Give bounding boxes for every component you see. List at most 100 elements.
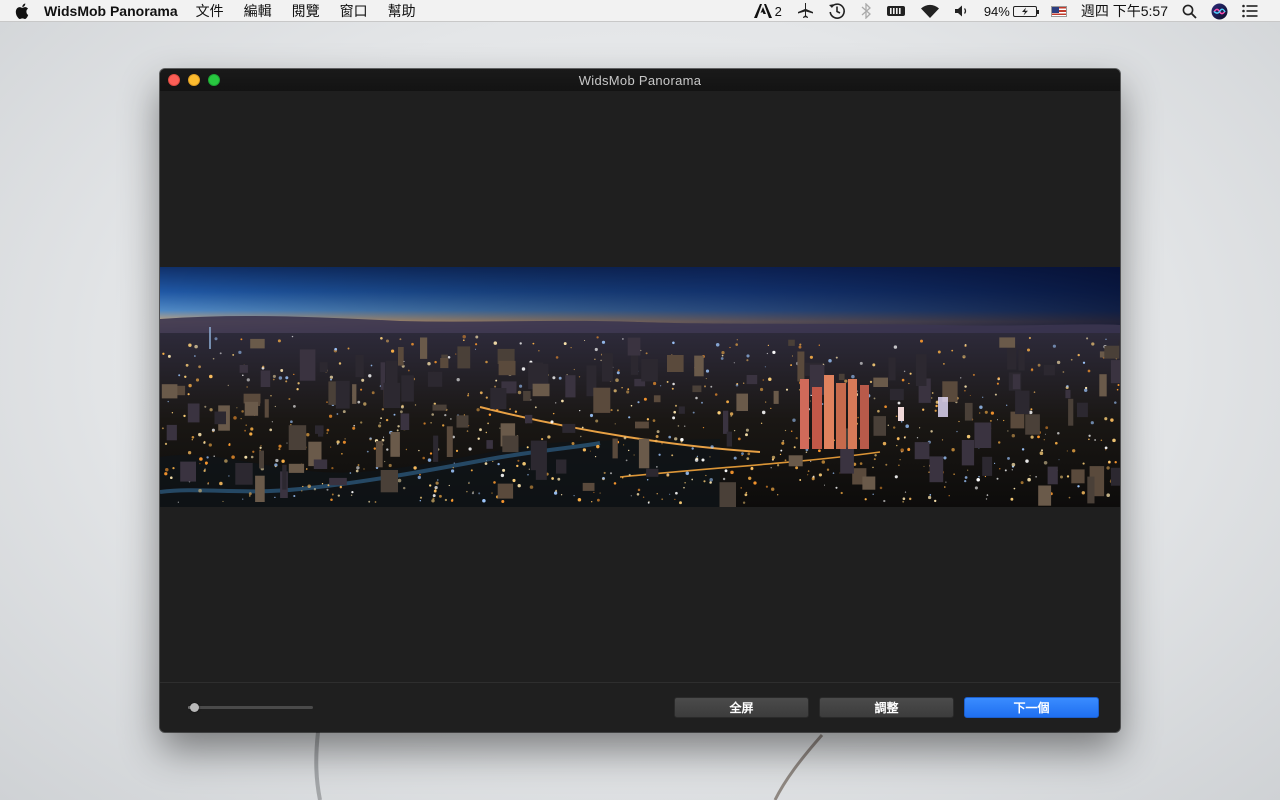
panorama-building <box>400 413 410 430</box>
panorama-city-light <box>600 359 602 362</box>
panorama-city-light <box>637 488 641 492</box>
panorama-city-light <box>214 337 218 341</box>
panorama-city-light <box>401 404 404 408</box>
panorama-city-light <box>627 388 630 391</box>
panorama-city-light <box>296 388 299 391</box>
panorama-building <box>456 415 469 428</box>
panorama-city-light <box>1077 485 1080 488</box>
panorama-city-light <box>945 481 947 483</box>
panorama-city-light <box>869 380 873 384</box>
panorama-city-light <box>777 494 779 496</box>
panorama-city-light <box>1066 450 1068 452</box>
panorama-city-light <box>432 497 435 500</box>
panorama-city-light <box>795 437 798 440</box>
panorama-city-light <box>943 456 947 460</box>
panorama-city-light <box>1117 383 1120 387</box>
panorama-city-light <box>579 409 581 412</box>
panorama-city-light <box>996 477 999 480</box>
panorama-building <box>773 390 779 404</box>
panorama-city-light <box>873 397 876 400</box>
panorama-building <box>1065 389 1071 399</box>
panorama-city-light <box>188 343 192 347</box>
minimize-button[interactable] <box>188 74 200 86</box>
panorama-city-light <box>962 355 966 359</box>
panorama-city-light <box>204 461 208 465</box>
panorama-city-light <box>735 343 738 346</box>
panorama-city-light <box>811 477 815 481</box>
panorama-city-light <box>486 460 488 462</box>
panorama-window: WidsMob Panorama 全屏 調整 下一個 <box>160 69 1120 732</box>
panorama-city-light <box>999 468 1001 470</box>
panorama-city-light <box>759 387 764 392</box>
panorama-city-light <box>1013 487 1016 490</box>
panorama-city-light <box>1030 435 1034 439</box>
panorama-city-light <box>1043 439 1045 441</box>
panorama-city-light <box>194 355 196 357</box>
panorama-city-light <box>953 473 955 475</box>
panorama-city-light <box>494 385 497 388</box>
panorama-city-light <box>241 410 244 413</box>
panorama-city-light <box>484 462 488 465</box>
panorama-city-light <box>285 380 288 383</box>
fullscreen-button[interactable]: 全屏 <box>674 697 809 718</box>
window-titlebar[interactable]: WidsMob Panorama <box>160 69 1120 91</box>
panorama-city-light <box>164 442 168 446</box>
panorama-city-light <box>1054 441 1058 445</box>
panorama-city-light <box>184 375 187 378</box>
panorama-building <box>838 373 845 381</box>
panorama-city-light <box>396 429 399 432</box>
panorama-city-light <box>982 396 984 398</box>
panorama-city-light <box>169 476 173 480</box>
panorama-city-light <box>721 350 725 355</box>
panorama-city-light <box>188 383 192 388</box>
panorama-city-light <box>517 390 522 395</box>
panorama-city-light <box>810 460 812 463</box>
panorama-city-light <box>931 392 934 394</box>
panorama-city-light <box>302 485 304 488</box>
zoom-slider[interactable] <box>188 703 313 712</box>
panorama-city-light <box>929 494 932 496</box>
panorama-city-light <box>467 393 470 395</box>
panorama-city-light <box>227 384 229 387</box>
panorama-city-light <box>249 432 253 436</box>
panorama-city-light <box>305 468 308 471</box>
next-button[interactable]: 下一個 <box>964 697 1099 718</box>
zoom-button[interactable] <box>208 74 220 86</box>
panorama-city-light <box>872 493 874 496</box>
panorama-city-light <box>1057 432 1060 435</box>
panorama-city-light <box>297 382 300 385</box>
panorama-city-light <box>595 419 599 423</box>
panorama-city-light <box>674 404 678 407</box>
panorama-city-light <box>397 425 400 428</box>
panorama-city-light <box>191 439 193 441</box>
panorama-city-light <box>908 497 912 501</box>
panorama-city-light <box>799 343 802 346</box>
panorama-image[interactable] <box>160 267 1120 507</box>
panorama-city-light <box>967 469 969 471</box>
panorama-building <box>556 459 567 474</box>
panorama-city-light <box>666 473 670 477</box>
panorama-city-light <box>326 401 328 403</box>
panorama-building <box>427 371 443 387</box>
window-title: WidsMob Panorama <box>578 72 702 88</box>
panorama-city-light <box>705 369 710 373</box>
panorama-city-light <box>479 428 482 432</box>
panorama-city-light <box>272 374 276 378</box>
panorama-building <box>788 339 795 346</box>
panorama-city-light <box>502 468 506 472</box>
panorama-city-light <box>724 469 728 473</box>
panorama-city-light <box>1025 459 1029 463</box>
close-button[interactable] <box>168 74 180 86</box>
zoom-slider-knob[interactable] <box>190 703 199 712</box>
panorama-building <box>299 349 316 381</box>
adjust-button[interactable]: 調整 <box>819 697 954 718</box>
panorama-city-light <box>522 462 526 466</box>
panorama-city-light <box>400 410 403 414</box>
panorama-city-light <box>368 500 371 503</box>
panorama-city-light <box>1112 438 1116 443</box>
panorama-city-light <box>1035 476 1037 478</box>
panorama-building <box>498 360 516 376</box>
panorama-city-light <box>750 467 754 471</box>
panorama-city-light <box>327 484 330 487</box>
panorama-city-light <box>483 500 485 502</box>
